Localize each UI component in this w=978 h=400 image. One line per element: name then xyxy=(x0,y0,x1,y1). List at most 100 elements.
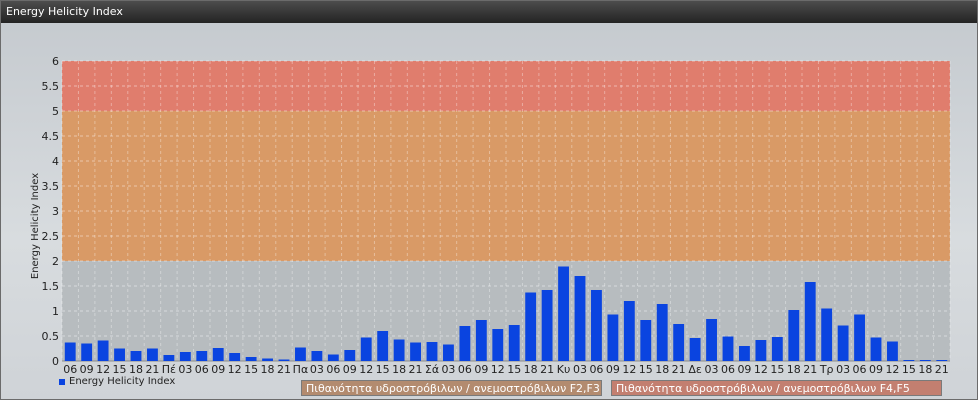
bar xyxy=(706,319,717,361)
bar xyxy=(97,340,109,361)
bar xyxy=(245,357,257,361)
x-tick-label: 15 xyxy=(770,363,784,376)
x-tick-label: 21 xyxy=(145,363,159,376)
x-tick-label: Πέ xyxy=(162,363,176,376)
bar xyxy=(541,290,553,361)
x-tick-label: 21 xyxy=(672,363,686,376)
x-tick-label: 06 xyxy=(326,363,340,376)
bar xyxy=(196,351,208,361)
x-tick-label: 15 xyxy=(244,363,258,376)
x-tick-label: 09 xyxy=(343,363,357,376)
x-tick-label: 03 xyxy=(441,363,455,376)
risk-label-f2-f3: Πιθανότητα υδροστρόβιλων / ανεμοστρόβιλω… xyxy=(301,380,602,396)
x-tick-label: 06 xyxy=(195,363,209,376)
x-tick-label: Πα xyxy=(293,363,309,376)
x-tick-label: 03 xyxy=(178,363,192,376)
x-tick-label: 09 xyxy=(737,363,751,376)
bar xyxy=(919,360,931,361)
y-tick-label: 4.5 xyxy=(42,130,60,143)
x-tick-label: 06 xyxy=(63,363,77,376)
bar xyxy=(81,343,93,361)
bar xyxy=(870,337,882,361)
bar xyxy=(771,337,783,361)
legend-label: Energy Helicity Index xyxy=(69,376,176,387)
bar xyxy=(656,304,668,361)
bar xyxy=(903,360,915,361)
x-tick-label: 12 xyxy=(885,363,899,376)
x-tick-label: 09 xyxy=(80,363,94,376)
x-tick-label: 21 xyxy=(409,363,423,376)
bar xyxy=(229,353,241,361)
bar xyxy=(64,342,76,361)
y-tick-label: 2.5 xyxy=(42,230,60,243)
y-tick-label: 1.5 xyxy=(42,280,60,293)
bar xyxy=(410,342,421,361)
bar xyxy=(936,360,948,361)
bar xyxy=(475,320,487,361)
y-tick-label: 5.5 xyxy=(42,80,60,93)
bar xyxy=(821,308,833,361)
x-tick-label: 06 xyxy=(589,363,603,376)
x-tick-label: 21 xyxy=(277,363,291,376)
x-tick-label: 09 xyxy=(474,363,488,376)
bar xyxy=(574,276,586,361)
bar xyxy=(360,337,372,361)
x-tick-label: 06 xyxy=(721,363,735,376)
bar xyxy=(804,282,816,361)
x-tick-labels: 06 09 12 15 18 21 Πέ 03 06 09 12 15 18 21 Πα 03 06 09 12 15… xyxy=(63,363,949,376)
bar xyxy=(130,351,142,361)
bar xyxy=(179,352,191,361)
bar xyxy=(114,348,125,361)
bar xyxy=(377,331,389,361)
x-tick-label: 12 xyxy=(359,363,373,376)
x-tick-label: Κυ xyxy=(557,363,571,376)
x-tick-label: Σά xyxy=(425,363,439,376)
bar xyxy=(212,348,224,361)
y-tick-label: 0.5 xyxy=(42,330,60,343)
bar xyxy=(558,266,569,361)
chart-legend: Energy Helicity Index xyxy=(59,376,175,387)
x-tick-label: 18 xyxy=(261,363,275,376)
x-tick-label: 15 xyxy=(902,363,916,376)
x-tick-label: 18 xyxy=(655,363,669,376)
bar xyxy=(689,338,701,361)
x-tick-label: Τρ xyxy=(819,363,834,376)
bar xyxy=(163,355,175,361)
y-axis-label: Energy Helicity Index xyxy=(30,173,41,279)
x-tick-label: 09 xyxy=(869,363,883,376)
chart-window: Energy Helicity Index 0 0.5 1 1.5 2 2.5 3 3.5 4 4… xyxy=(0,0,978,400)
x-tick-label: 18 xyxy=(787,363,801,376)
bar xyxy=(525,292,537,361)
x-tick-label: 15 xyxy=(113,363,127,376)
x-tick-label: 12 xyxy=(96,363,110,376)
bar xyxy=(739,346,750,361)
bar xyxy=(854,314,865,361)
bar xyxy=(887,341,898,361)
bar xyxy=(311,351,323,361)
y-tick-labels: 0 0.5 1 1.5 2 2.5 3 3.5 4 4.5 5 5.5 6 xyxy=(42,55,60,368)
x-tick-label: 12 xyxy=(491,363,505,376)
x-tick-label: 12 xyxy=(228,363,242,376)
y-tick-label: 3.5 xyxy=(42,180,60,193)
bar xyxy=(508,325,520,361)
x-tick-label: 15 xyxy=(507,363,521,376)
x-tick-label: 06 xyxy=(458,363,472,376)
bar xyxy=(492,329,504,361)
bar xyxy=(755,340,767,361)
bar xyxy=(722,336,734,361)
x-tick-label: 15 xyxy=(639,363,653,376)
bar xyxy=(344,350,356,361)
x-tick-label: 03 xyxy=(310,363,324,376)
x-tick-label: 15 xyxy=(376,363,390,376)
y-tick-label: 1 xyxy=(52,305,59,318)
legend-swatch xyxy=(59,378,65,385)
bar xyxy=(673,324,685,361)
y-tick-label: 0 xyxy=(52,355,59,368)
x-tick-label: 21 xyxy=(803,363,817,376)
bar xyxy=(295,347,306,361)
x-tick-label: 12 xyxy=(754,363,768,376)
x-tick-label: 09 xyxy=(606,363,620,376)
x-tick-label: 18 xyxy=(524,363,538,376)
bar xyxy=(459,326,471,361)
x-tick-label: 06 xyxy=(853,363,867,376)
